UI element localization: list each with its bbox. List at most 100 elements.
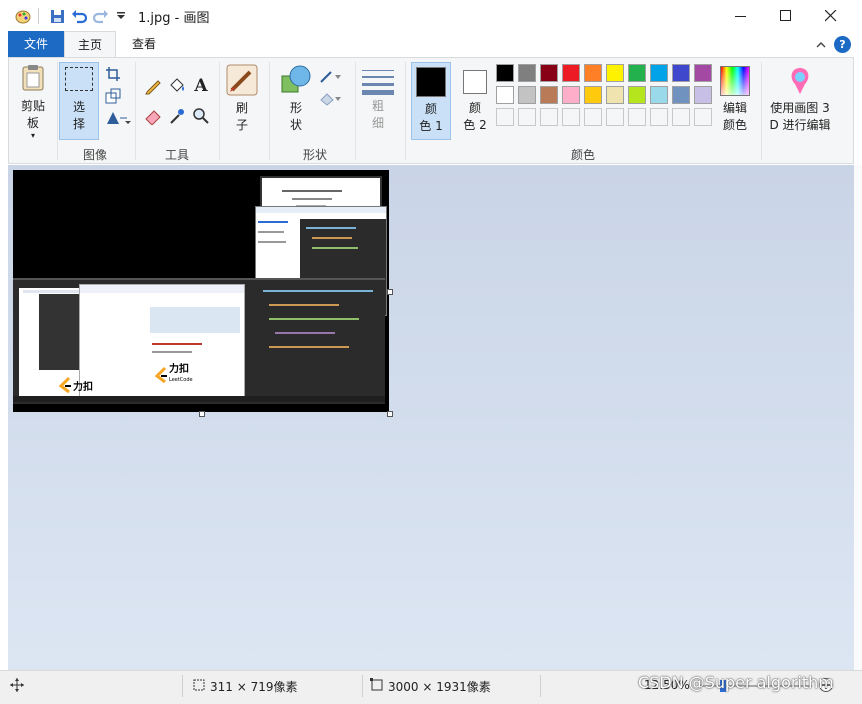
text-tool-icon[interactable]: A bbox=[191, 76, 211, 96]
edit-colors-label: 编辑 颜色 bbox=[722, 101, 747, 132]
rotate-icon[interactable] bbox=[103, 108, 133, 128]
canvas-image[interactable]: 力扣 LeetCode 力扣 bbox=[13, 170, 389, 412]
palette-swatch[interactable] bbox=[496, 64, 514, 82]
shapes-label: 形 状 bbox=[289, 101, 302, 132]
paint3d-label: 使用画图 3 D 进行编辑 bbox=[769, 101, 831, 132]
palette-swatch[interactable] bbox=[540, 108, 558, 126]
logo-text-left: 力扣 bbox=[73, 381, 93, 393]
customize-dropdown-icon[interactable] bbox=[112, 7, 130, 25]
maximize-button[interactable] bbox=[763, 0, 809, 31]
resize-handle-bottom[interactable] bbox=[199, 411, 205, 417]
close-button[interactable] bbox=[808, 0, 854, 31]
window-title: 1.jpg - 画图 bbox=[138, 11, 210, 26]
chevron-up-icon[interactable] bbox=[814, 37, 828, 51]
color1-button[interactable]: 颜 色 1 bbox=[411, 62, 451, 140]
image-size: 3000 × 1931像素 bbox=[388, 680, 491, 694]
palette-swatch[interactable] bbox=[672, 64, 690, 82]
close-icon bbox=[825, 9, 837, 21]
save-icon[interactable] bbox=[48, 7, 66, 25]
select-button[interactable]: 选 择 bbox=[59, 62, 99, 140]
palette-swatch[interactable] bbox=[672, 86, 690, 104]
palette-swatch[interactable] bbox=[496, 108, 514, 126]
help-button[interactable]: ? bbox=[834, 36, 851, 53]
palette-swatch[interactable] bbox=[562, 64, 580, 82]
palette-swatch[interactable] bbox=[606, 108, 624, 126]
resize-handle-right[interactable] bbox=[387, 289, 393, 295]
palette-swatch[interactable] bbox=[694, 108, 712, 126]
undo-icon[interactable] bbox=[70, 7, 88, 25]
chevron-down-icon: ▾ bbox=[30, 131, 35, 140]
group-divider bbox=[355, 62, 356, 160]
thumb-desktop: 力扣 LeetCode 力扣 bbox=[13, 278, 385, 404]
size-button[interactable]: 粗 细 bbox=[359, 62, 397, 142]
tab-file[interactable]: 文件 bbox=[8, 31, 64, 57]
maximize-icon bbox=[780, 9, 791, 21]
palette-swatch[interactable] bbox=[694, 64, 712, 82]
palette-swatch[interactable] bbox=[606, 64, 624, 82]
color-picker-icon[interactable] bbox=[167, 106, 187, 126]
magnifier-icon[interactable] bbox=[191, 106, 211, 126]
redo-icon[interactable] bbox=[92, 7, 110, 25]
shapes-group-label: 形状 bbox=[302, 148, 327, 162]
palette-swatch[interactable] bbox=[518, 108, 536, 126]
palette-swatch[interactable] bbox=[672, 108, 690, 126]
palette-swatch[interactable] bbox=[562, 86, 580, 104]
thumb-logo-right: 力扣 LeetCode bbox=[153, 360, 203, 390]
palette-swatch[interactable] bbox=[650, 86, 668, 104]
color1-swatch bbox=[416, 67, 446, 97]
tab-home[interactable]: 主页 bbox=[64, 31, 116, 57]
palette-swatch[interactable] bbox=[496, 86, 514, 104]
palette-swatch[interactable] bbox=[584, 64, 602, 82]
eraser-icon[interactable] bbox=[143, 106, 163, 126]
palette-swatch[interactable] bbox=[628, 108, 646, 126]
paint-app-icon[interactable] bbox=[14, 7, 32, 25]
watermark: CSDN @Super algorithm bbox=[638, 673, 834, 692]
select-label: 选 择 bbox=[72, 100, 85, 131]
outline-icon[interactable] bbox=[317, 66, 345, 86]
pencil-icon[interactable] bbox=[143, 76, 163, 96]
selection-size: 311 × 719像素 bbox=[210, 680, 298, 694]
brushes-label: 刷 子 bbox=[235, 101, 248, 132]
palette-swatch[interactable] bbox=[650, 108, 668, 126]
group-divider bbox=[405, 62, 406, 160]
palette-swatch[interactable] bbox=[540, 86, 558, 104]
tab-view[interactable]: 查看 bbox=[118, 31, 170, 57]
palette-swatch[interactable] bbox=[518, 86, 536, 104]
palette-swatch[interactable] bbox=[606, 86, 624, 104]
resize-handle-corner[interactable] bbox=[387, 411, 393, 417]
size-label: 粗 细 bbox=[371, 99, 384, 130]
palette-swatch[interactable] bbox=[628, 64, 646, 82]
color2-button[interactable]: 颜 色 2 bbox=[455, 62, 495, 140]
group-divider bbox=[269, 62, 270, 160]
colors-group-label: 颜色 bbox=[570, 148, 595, 162]
palette-swatch[interactable] bbox=[562, 108, 580, 126]
clipboard-button[interactable]: 剪贴 板 ▾ bbox=[13, 62, 53, 144]
edit-colors-button[interactable]: 编辑 颜色 bbox=[715, 62, 755, 142]
palette-swatch[interactable] bbox=[540, 64, 558, 82]
color2-swatch bbox=[463, 70, 487, 94]
paint3d-button[interactable]: 使用画图 3 D 进行编辑 bbox=[765, 62, 835, 142]
fill-bucket-icon[interactable] bbox=[167, 76, 187, 96]
palette-swatch[interactable] bbox=[584, 108, 602, 126]
status-divider bbox=[540, 675, 541, 697]
color-palette bbox=[496, 64, 716, 130]
minimize-icon bbox=[735, 15, 746, 17]
palette-swatch[interactable] bbox=[694, 86, 712, 104]
color-spectrum-icon bbox=[720, 66, 750, 96]
palette-swatch[interactable] bbox=[628, 86, 646, 104]
resize-icon[interactable] bbox=[103, 86, 123, 106]
palette-swatch[interactable] bbox=[650, 64, 668, 82]
fill-icon[interactable] bbox=[317, 88, 345, 108]
palette-swatch[interactable] bbox=[518, 64, 536, 82]
shapes-button[interactable]: 形 状 bbox=[275, 62, 317, 142]
palette-swatch[interactable] bbox=[584, 86, 602, 104]
brushes-button[interactable]: 刷 子 bbox=[223, 62, 261, 142]
crop-icon[interactable] bbox=[103, 64, 123, 84]
group-divider bbox=[135, 62, 136, 160]
status-divider bbox=[182, 675, 183, 697]
thumb-logo-left: 力扣 bbox=[57, 374, 117, 396]
cursor-position-icon bbox=[10, 678, 24, 692]
group-divider bbox=[761, 62, 762, 160]
title-bar: 1.jpg - 画图 bbox=[0, 0, 862, 31]
minimize-button[interactable] bbox=[718, 0, 764, 31]
